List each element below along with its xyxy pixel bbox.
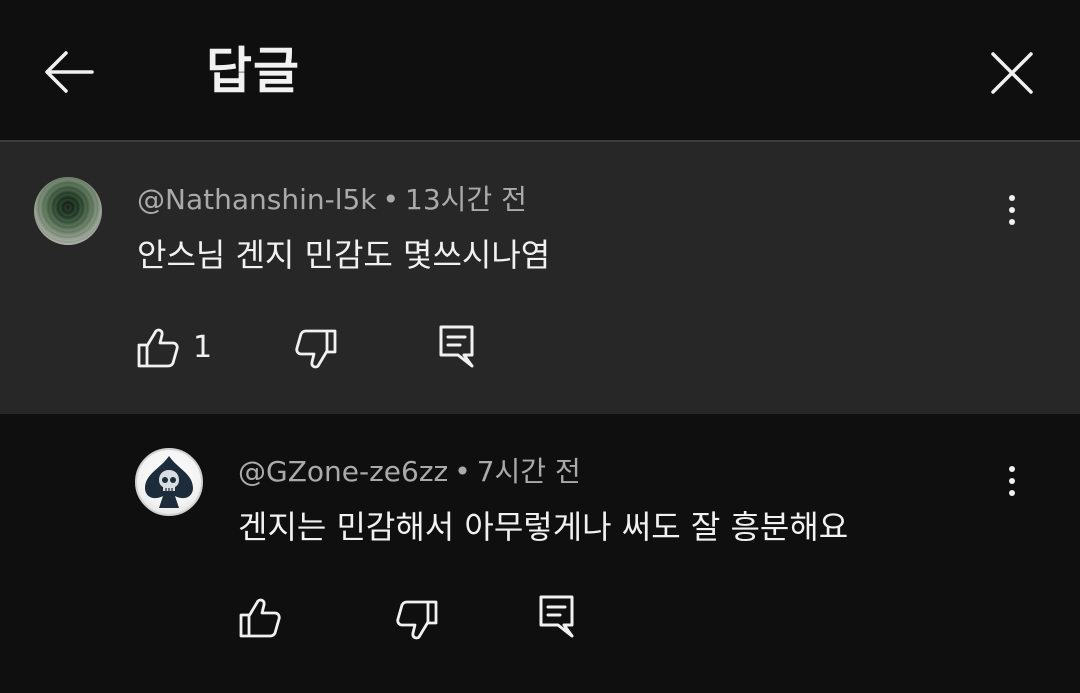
- spade-skull-icon: [145, 456, 193, 508]
- thumb-down-icon: [295, 329, 337, 369]
- comment-time: 13시간 전: [405, 183, 527, 216]
- parent-comment: @Nathanshin-l5k • 13시간 전 안스님 겐지 민감도 몇쓰시나염 …: [0, 142, 1080, 414]
- close-icon: [991, 52, 1033, 94]
- dislike-button[interactable]: [395, 599, 439, 641]
- comment-author[interactable]: @GZone-ze6zz: [238, 455, 448, 488]
- like-button[interactable]: [238, 597, 282, 639]
- avatar[interactable]: [34, 177, 102, 245]
- avatar[interactable]: [135, 448, 203, 516]
- comment-meta: @GZone-ze6zz • 7시간 전: [238, 454, 581, 490]
- dislike-button[interactable]: [294, 328, 338, 370]
- meta-separator: •: [454, 455, 471, 488]
- comment-time: 7시간 전: [476, 455, 581, 488]
- comment-icon: [439, 325, 474, 368]
- replies-panel: 답글 @Nathanshin-l5k • 13시간 전 안스님 겐지 민감도 몇쓰시…: [0, 0, 1080, 693]
- comment-icon: [539, 595, 574, 638]
- more-options-button[interactable]: [1002, 461, 1022, 501]
- more-vertical-icon: [1009, 195, 1015, 201]
- thumb-down-icon: [396, 600, 438, 640]
- thumb-up-icon: [239, 598, 281, 638]
- reply-button[interactable]: [438, 324, 476, 370]
- meta-separator: •: [382, 183, 400, 216]
- like-button[interactable]: [136, 327, 180, 369]
- more-options-button[interactable]: [1002, 190, 1022, 230]
- close-button[interactable]: [986, 50, 1038, 98]
- reply-button[interactable]: [538, 594, 576, 640]
- comment-meta: @Nathanshin-l5k • 13시간 전: [137, 182, 527, 218]
- page-title: 답글: [206, 42, 300, 100]
- back-button[interactable]: [40, 46, 98, 98]
- comment-author[interactable]: @Nathanshin-l5k: [137, 183, 377, 216]
- replies-header: 답글: [0, 0, 1080, 140]
- comment-text: 겐지는 민감해서 아무렇게나 써도 잘 흥분해요: [238, 508, 849, 546]
- thumb-up-icon: [137, 328, 179, 368]
- like-count: 1: [193, 330, 213, 365]
- comment-text: 안스님 겐지 민감도 몇쓰시나염: [137, 236, 551, 274]
- more-vertical-icon: [1009, 466, 1015, 472]
- arrow-left-icon: [45, 51, 94, 93]
